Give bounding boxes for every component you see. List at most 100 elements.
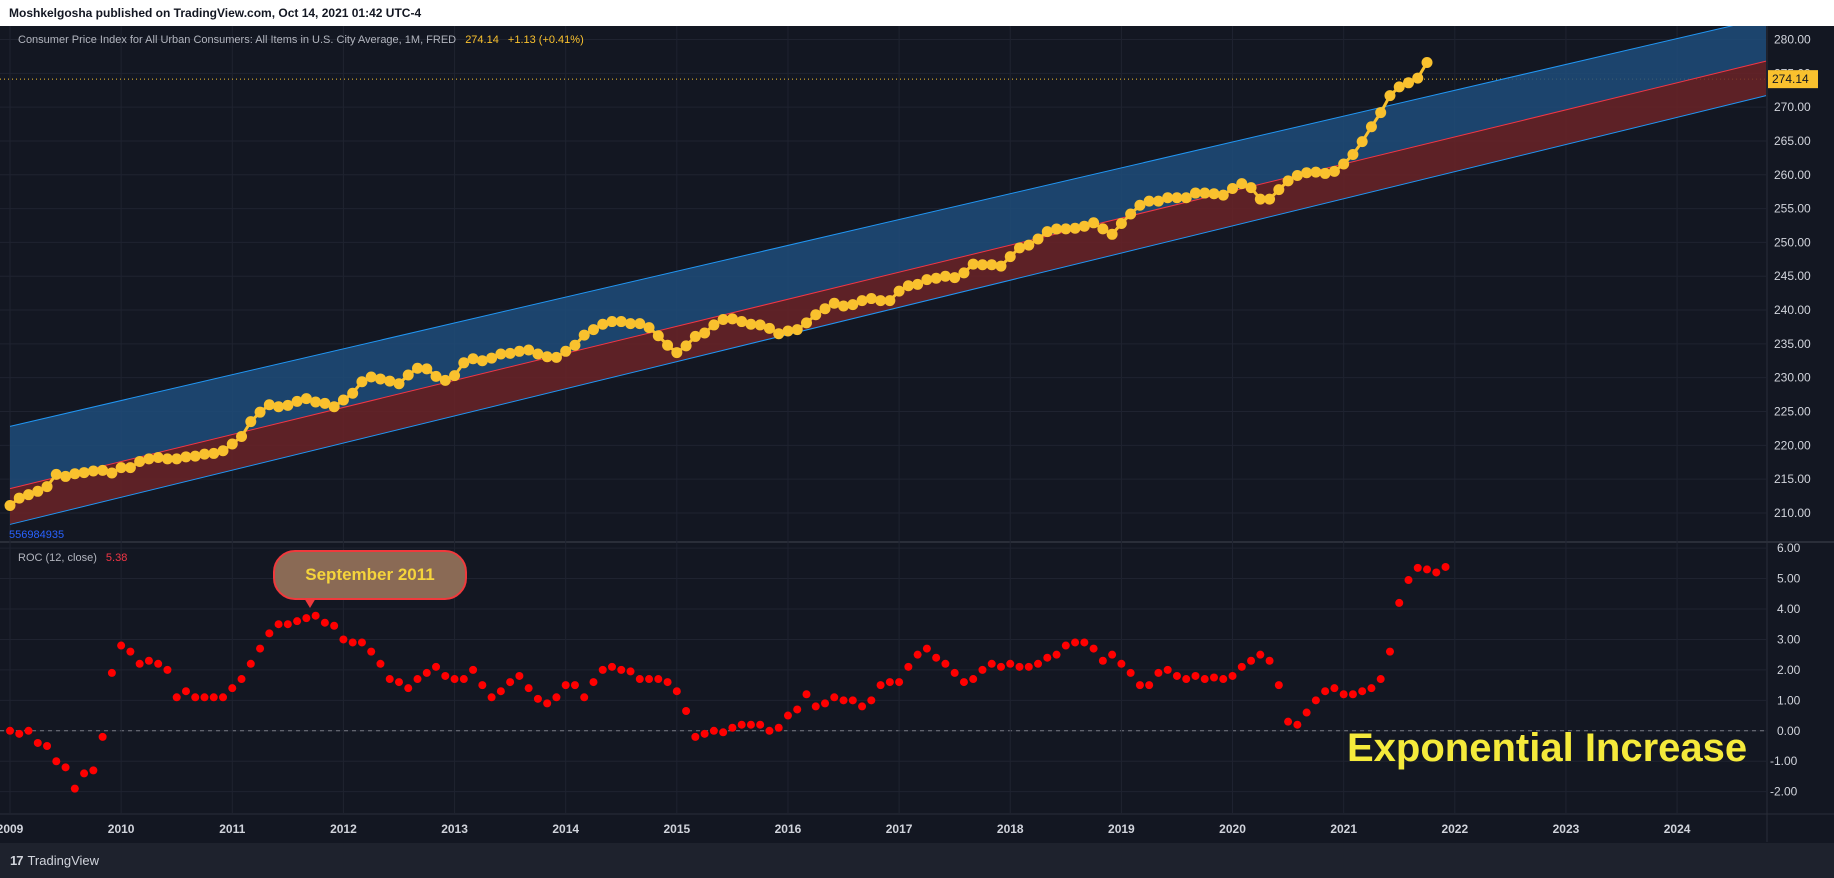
cpi-point bbox=[1282, 175, 1294, 187]
roc-point bbox=[1126, 668, 1135, 677]
roc-tick-label: 2.00 bbox=[1777, 663, 1801, 677]
roc-point bbox=[858, 702, 867, 711]
roc-point bbox=[959, 678, 968, 687]
price-tick-label: 260.00 bbox=[1774, 168, 1811, 182]
cpi-point bbox=[60, 470, 72, 482]
roc-point bbox=[1135, 681, 1144, 690]
cpi-point bbox=[402, 369, 414, 381]
roc-point bbox=[802, 690, 811, 699]
roc-point bbox=[293, 617, 302, 626]
cpi-point bbox=[1217, 189, 1229, 201]
roc-point bbox=[367, 647, 376, 656]
roc-axis: -2.00 -1.00 0.00 1.00 2.00 3.00 4.00 5.00 6.00 bbox=[1770, 541, 1801, 799]
cpi-point bbox=[958, 267, 970, 279]
roc-point bbox=[811, 702, 820, 711]
roc-point bbox=[348, 638, 357, 647]
cpi-point bbox=[680, 340, 692, 352]
roc-point bbox=[719, 728, 728, 737]
roc-point bbox=[1311, 696, 1320, 705]
time-tick-label: 2017 bbox=[886, 822, 913, 836]
roc-point bbox=[580, 693, 589, 702]
roc-point bbox=[608, 662, 617, 671]
roc-point bbox=[1200, 675, 1209, 684]
channel-upper-band bbox=[10, 26, 1766, 489]
time-tick-label: 2012 bbox=[330, 822, 357, 836]
tradingview-logo-icon: 17 bbox=[10, 853, 24, 868]
roc-point bbox=[1404, 576, 1413, 585]
cpi-point bbox=[902, 280, 914, 292]
roc-point bbox=[43, 742, 52, 751]
roc-point bbox=[357, 638, 366, 647]
cpi-point bbox=[569, 339, 581, 351]
roc-point bbox=[552, 693, 561, 702]
cpi-point bbox=[1125, 208, 1137, 220]
cpi-point bbox=[189, 450, 201, 462]
cpi-point bbox=[865, 293, 877, 305]
roc-point bbox=[200, 693, 209, 702]
cpi-point bbox=[217, 445, 229, 457]
roc-point bbox=[635, 675, 644, 684]
cpi-point bbox=[643, 322, 655, 334]
roc-point bbox=[1163, 665, 1172, 674]
cpi-point bbox=[1227, 183, 1239, 195]
cpi-point bbox=[50, 468, 62, 480]
cpi-point bbox=[152, 451, 164, 463]
cpi-point bbox=[143, 453, 155, 465]
roc-point bbox=[515, 671, 524, 680]
time-tick-label: 2022 bbox=[1441, 822, 1468, 836]
roc-point bbox=[1423, 565, 1432, 574]
roc-point bbox=[774, 723, 783, 732]
roc-point bbox=[163, 665, 172, 674]
roc-tick-label: -2.00 bbox=[1770, 785, 1798, 799]
cpi-point bbox=[939, 270, 951, 282]
time-tick-label: 2020 bbox=[1219, 822, 1246, 836]
roc-point bbox=[1098, 656, 1107, 665]
roc-point bbox=[80, 769, 89, 778]
cpi-point bbox=[1356, 136, 1368, 148]
cpi-point bbox=[1032, 233, 1044, 245]
cpi-point bbox=[1245, 182, 1257, 194]
footer-brand[interactable]: TradingView bbox=[27, 853, 99, 868]
cpi-point bbox=[810, 309, 822, 321]
roc-tick-label: -1.00 bbox=[1770, 754, 1798, 768]
cpi-point bbox=[97, 464, 109, 476]
roc-point bbox=[246, 659, 255, 668]
price-tick-label: 220.00 bbox=[1774, 438, 1811, 452]
roc-legend-value: 5.38 bbox=[105, 552, 128, 564]
cpi-point bbox=[597, 318, 609, 330]
chart-id-label: 556984935 bbox=[9, 529, 65, 541]
roc-point bbox=[89, 766, 98, 775]
roc-point bbox=[1089, 644, 1098, 653]
roc-point bbox=[1330, 684, 1339, 693]
cpi-point bbox=[421, 363, 433, 375]
price-tick-label: 265.00 bbox=[1774, 134, 1811, 148]
price-tick-label: 270.00 bbox=[1774, 100, 1811, 114]
roc-tick-label: 3.00 bbox=[1777, 632, 1801, 646]
cpi-point bbox=[337, 394, 349, 406]
roc-legend: ROC (12, close) 5.38 bbox=[18, 552, 127, 564]
roc-point bbox=[885, 678, 894, 687]
roc-point bbox=[1247, 656, 1256, 665]
price-tick-label: 210.00 bbox=[1774, 506, 1811, 520]
roc-point bbox=[1154, 668, 1163, 677]
roc-point bbox=[1006, 659, 1015, 668]
roc-point bbox=[570, 681, 579, 690]
cpi-point bbox=[291, 395, 303, 407]
roc-tick-label: 5.00 bbox=[1777, 572, 1801, 586]
time-tick-label: 2011 bbox=[219, 822, 245, 836]
roc-point bbox=[459, 675, 468, 684]
time-tick-label: 2009 bbox=[0, 822, 24, 836]
roc-point bbox=[987, 659, 996, 668]
roc-point bbox=[1024, 662, 1033, 671]
roc-point bbox=[237, 675, 246, 684]
cpi-point bbox=[328, 401, 340, 413]
roc-point bbox=[737, 720, 746, 729]
cpi-point bbox=[504, 347, 516, 359]
roc-point bbox=[932, 653, 941, 662]
cpi-point bbox=[838, 300, 850, 312]
roc-point bbox=[617, 665, 626, 674]
time-tick-label: 2019 bbox=[1108, 822, 1135, 836]
cpi-point bbox=[800, 317, 812, 329]
cpi-point bbox=[652, 330, 664, 342]
cpi-point bbox=[1338, 158, 1350, 170]
